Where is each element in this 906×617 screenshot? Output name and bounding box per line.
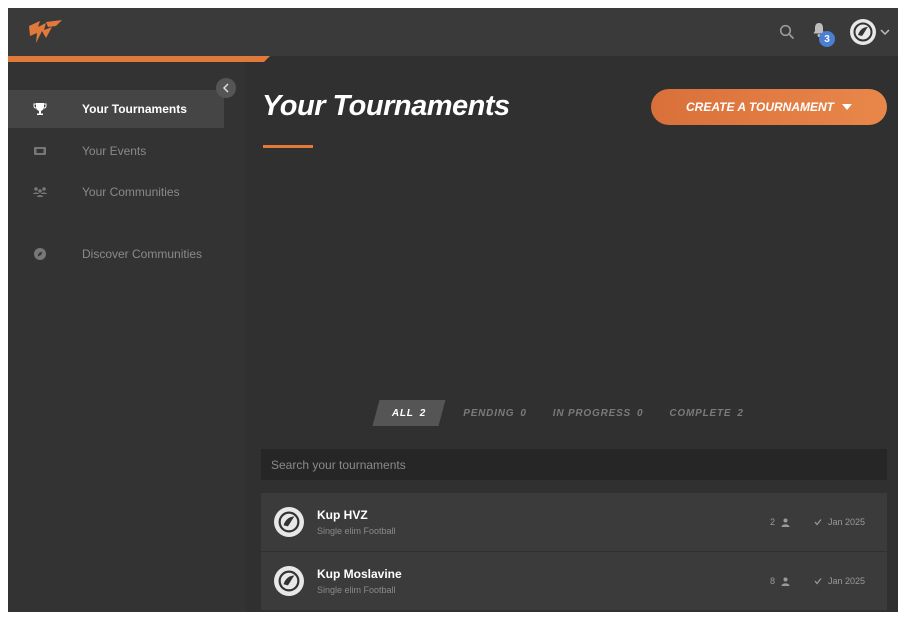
filter-count: 0 (637, 407, 644, 419)
filter-label: PENDING (463, 407, 515, 419)
filter-count: 2 (737, 407, 744, 419)
notification-badge: 3 (819, 31, 835, 47)
sidebar-item-your-communities[interactable]: Your Communities (8, 173, 224, 211)
check-icon (814, 578, 822, 585)
sidebar-item-label: Discover Communities (82, 247, 203, 261)
page-title: Your Tournaments (262, 90, 510, 122)
top-icons: 3 (778, 16, 890, 48)
create-tournament-button[interactable]: CREATE A TOURNAMENT (651, 89, 887, 125)
notifications-button[interactable]: 3 (810, 19, 836, 47)
person-icon (781, 577, 790, 586)
tournament-date: Jan 2025 (827, 517, 865, 527)
chevron-left-icon (222, 83, 229, 93)
top-bar: 3 (8, 8, 898, 56)
participant-count: 8 (769, 576, 775, 586)
filter-count: 0 (520, 407, 527, 419)
filter-tab-complete[interactable]: COMPLETE 2 (656, 400, 756, 426)
participant-count: 2 (769, 517, 775, 527)
filter-count: 2 (419, 407, 427, 419)
logo[interactable] (26, 18, 66, 46)
sidebar-item-discover-communities[interactable]: Discover Communities (8, 235, 224, 273)
filter-tab-all[interactable]: ALL 2 (372, 400, 446, 426)
people-icon (33, 187, 47, 197)
filter-label: ALL (392, 407, 414, 419)
title-underline (263, 145, 313, 148)
sidebar-item-label: Your Tournaments (82, 102, 187, 116)
tournament-date: Jan 2025 (827, 576, 865, 586)
tournament-type: Single elim Football (317, 526, 396, 536)
tournament-type: Single elim Football (317, 585, 396, 595)
filter-tab-in-progress[interactable]: IN PROGRESS 0 (540, 400, 657, 426)
search-input[interactable] (261, 449, 887, 480)
tournament-logo (274, 566, 304, 596)
create-tournament-label: CREATE A TOURNAMENT (686, 100, 834, 114)
ticket-icon (34, 147, 46, 155)
check-icon (814, 519, 822, 526)
caret-down-icon (842, 104, 852, 110)
tournament-name: Kup Moslavine (317, 567, 402, 581)
search-icon[interactable] (778, 23, 796, 41)
compass-icon (34, 248, 46, 260)
sidebar-item-label: Your Communities (82, 185, 180, 199)
sidebar-collapse-button[interactable] (216, 78, 236, 98)
avatar (850, 19, 876, 45)
app-window: 3 Your Tournaments Your Events Your Comm… (8, 8, 898, 612)
tournament-name: Kup HVZ (317, 508, 368, 522)
person-icon (781, 518, 790, 527)
filter-tab-pending[interactable]: PENDING 0 (450, 400, 540, 426)
status-filters: ALL 2 PENDING 0 IN PROGRESS 0 COMPLETE 2 (372, 400, 757, 426)
tournament-logo (274, 507, 304, 537)
sidebar-item-label: Your Events (82, 144, 147, 158)
sidebar-item-your-events[interactable]: Your Events (8, 132, 224, 170)
user-menu[interactable] (850, 19, 890, 45)
filter-label: IN PROGRESS (552, 407, 632, 419)
tournament-row[interactable]: Kup HVZ Single elim Football 2 Jan 2025 (261, 493, 887, 551)
sidebar-item-your-tournaments[interactable]: Your Tournaments (8, 90, 224, 128)
filter-label: COMPLETE (669, 407, 732, 419)
trophy-icon (33, 103, 47, 115)
chevron-down-icon (880, 29, 890, 36)
tournament-row[interactable]: Kup Moslavine Single elim Football 8 Jan… (261, 552, 887, 610)
